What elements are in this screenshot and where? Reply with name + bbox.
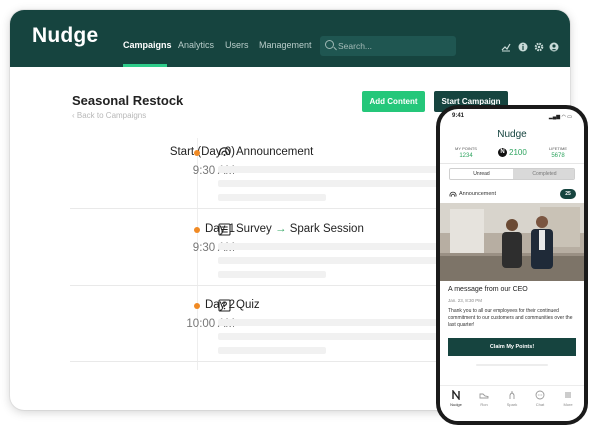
timeline-dot [194,303,200,309]
points-badge: 25 [560,189,576,199]
bottom-nav-label: More [563,402,573,407]
search-icon [325,40,334,49]
scroll-indicator [476,364,548,366]
survey-icon [218,223,231,236]
center-points-value: 2100 [509,148,527,157]
search-input[interactable]: Search... [320,36,456,56]
content-placeholder-bar [218,271,326,278]
quiz-icon [218,299,231,312]
content-placeholder-bar [218,166,450,173]
bottom-nav-label: Ron [480,402,488,407]
announcement-icon [449,191,457,197]
add-content-button[interactable]: Add Content [362,91,425,112]
step-title: Quiz [236,299,260,311]
back-link[interactable]: ‹ Back to Campaigns [72,111,146,120]
gear-icon[interactable] [534,42,544,52]
message-date: Jan. 23, 8:30 PM [448,298,483,303]
top-navbar: Nudge Campaigns Analytics Users Manageme… [10,10,570,67]
timeline-dot [194,227,200,233]
my-points-value: 1234 [459,153,473,159]
spark-icon [509,391,515,399]
claim-points-button[interactable]: Claim My Points! [448,338,576,356]
bottom-nav-chat[interactable]: Chat [528,390,552,407]
phone-clock: 9:41 [452,113,465,119]
nav-users[interactable]: Users [225,40,249,50]
page-title: Seasonal Restock [72,93,184,108]
bottom-nav-label: Spark [506,402,518,407]
arrow-right-icon: → [275,223,287,235]
step-title-spark: Spark Session [289,223,364,235]
step-title-survey: Survey [236,223,272,235]
menu-icon [565,392,571,398]
content-placeholder-bar [218,243,450,250]
step-title: Announcement [236,146,314,158]
step-divider [70,361,450,362]
phone-bottom-nav: Nudge Ron Spark Chat More [440,385,584,421]
content-placeholder-bar [218,347,326,354]
step-divider [70,208,450,209]
bottom-nav-more[interactable]: More [556,390,580,407]
app-logo[interactable]: Nudge [32,24,98,48]
shoe-icon [479,393,489,399]
phone-status-icons: ▂▄▆ ◠ ▭ [548,114,572,120]
phone-divider [440,163,584,164]
user-icon[interactable] [549,42,559,52]
info-icon[interactable] [518,42,528,52]
tab-completed[interactable]: Completed [513,169,574,179]
search-placeholder: Search... [338,41,373,51]
bottom-nav-ron[interactable]: Ron [472,390,496,407]
bottom-nav-nudge[interactable]: Nudge [444,390,468,407]
lifetime-value: 5678 [551,153,565,159]
message-body: Thank you to all our employees for their… [448,308,573,328]
back-link-label: Back to Campaigns [76,111,147,120]
bottom-nav-spark[interactable]: Spark [500,390,524,407]
phone-brand-title: Nudge [497,129,527,140]
content-placeholder-bar [218,180,450,187]
bottom-nav-label: Chat [535,402,545,407]
nav-analytics[interactable]: Analytics [178,40,214,50]
content-placeholder-bar [218,194,326,201]
nav-management[interactable]: Management [259,40,312,50]
chart-icon[interactable] [501,42,511,52]
tab-unread[interactable]: Unread [450,169,513,179]
content-placeholder-bar [218,257,450,264]
nudge-logo-icon [452,390,460,400]
active-nav-indicator [123,64,167,67]
content-placeholder-bar [218,333,450,340]
chat-icon [535,390,545,400]
nav-campaigns[interactable]: Campaigns [123,40,172,50]
ceo-photo [440,203,584,281]
timeline-dot [194,150,200,156]
nudge-coin-icon: N [498,148,507,157]
content-placeholder-bar [218,319,450,326]
message-title: A message from our CEO [448,286,528,293]
step-title: Survey → Spark Session [236,223,364,235]
bottom-nav-label: Nudge [450,402,462,407]
announcement-icon [218,147,231,156]
my-points-label: MY POINTS [455,146,477,151]
marketing-composite: Nudge Campaigns Analytics Users Manageme… [0,0,600,437]
lifetime-label: LIFETIME [548,146,567,151]
step-divider [70,285,450,286]
phone-mockup: 9:41 ▂▄▆ ◠ ▭ Nudge MY POINTS 1234 N 2100… [436,105,588,425]
card-type-label: Announcement [459,191,496,197]
phone-tabs: Unread Completed [449,168,575,180]
